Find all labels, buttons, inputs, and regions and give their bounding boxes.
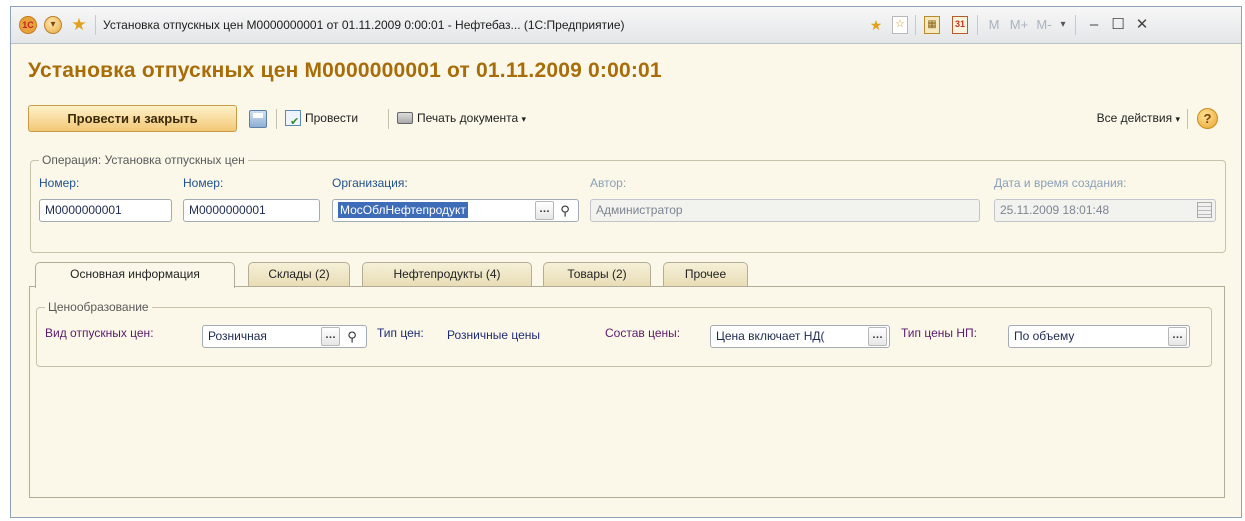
operation-group: Операция: Установка отпускных цен Номер:… bbox=[30, 153, 1226, 253]
price-kind-value: Розничная bbox=[208, 329, 267, 343]
price-composition-label: Состав цены: bbox=[605, 326, 681, 340]
price-type-label: Тип цен: bbox=[377, 326, 424, 340]
memory-plus-button[interactable]: M+ bbox=[1009, 16, 1029, 34]
all-actions-button[interactable]: Все действия ▾ bbox=[1097, 105, 1180, 132]
np-price-type-field[interactable]: По объему … bbox=[1008, 325, 1190, 348]
operation-group-legend: Операция: Установка отпускных цен bbox=[39, 153, 248, 167]
circle-menu-icon[interactable]: ▾ bbox=[44, 16, 62, 34]
window-title: Установка отпускных цен M0000000001 от 0… bbox=[103, 18, 625, 32]
created-date-field: 25.11.2009 18:01:48 bbox=[994, 199, 1216, 222]
number-label-2: Номер: bbox=[183, 176, 224, 190]
number-field-2[interactable]: M0000000001 bbox=[183, 199, 320, 222]
1c-logo-icon[interactable]: 1С bbox=[19, 16, 37, 34]
toolbar-separator bbox=[388, 109, 389, 129]
author-label: Автор: bbox=[590, 176, 627, 190]
all-actions-label: Все действия bbox=[1096, 111, 1173, 125]
search-icon[interactable]: ⚲ bbox=[557, 202, 573, 220]
toolbar-separator bbox=[1187, 109, 1188, 129]
created-date-label: Дата и время создания: bbox=[994, 176, 1127, 190]
tab-other[interactable]: Прочее bbox=[663, 262, 748, 286]
save-icon[interactable] bbox=[249, 110, 267, 128]
select-button[interactable]: … bbox=[535, 201, 554, 220]
toolbar-separator bbox=[276, 109, 277, 129]
np-price-type-value: По объему bbox=[1014, 329, 1075, 343]
title-separator bbox=[915, 15, 916, 35]
document-window: 1С ▾ ★ Установка отпускных цен M00000000… bbox=[10, 6, 1242, 518]
chevron-down-icon[interactable]: ▾ bbox=[1057, 16, 1069, 34]
memory-minus-button[interactable]: M- bbox=[1035, 16, 1053, 34]
post-button[interactable]: Провести bbox=[285, 105, 359, 136]
price-type-value: Розничные цены bbox=[447, 328, 541, 342]
title-bar: 1С ▾ ★ Установка отпускных цен M00000000… bbox=[11, 7, 1241, 44]
price-kind-field[interactable]: Розничная … ⚲ bbox=[202, 325, 367, 348]
organization-field[interactable]: МосОблНефтепродукт … ⚲ bbox=[332, 199, 579, 222]
post-and-close-button[interactable]: Провести и закрыть bbox=[28, 105, 237, 132]
select-button[interactable]: … bbox=[1168, 327, 1187, 346]
calendar-icon[interactable]: 31 bbox=[952, 16, 968, 34]
command-bar: Провести и закрыть Провести Печать докум… bbox=[28, 105, 1224, 136]
post-document-icon bbox=[285, 109, 301, 136]
price-composition-value: Цена включает НД( bbox=[716, 329, 825, 343]
post-button-label: Провести bbox=[305, 111, 359, 125]
maximize-icon[interactable]: ☐ bbox=[1109, 16, 1127, 34]
created-date-value: 25.11.2009 18:01:48 bbox=[1000, 203, 1110, 217]
title-separator bbox=[1075, 15, 1076, 35]
print-button[interactable]: Печать документа ▾ bbox=[397, 105, 526, 132]
minimize-icon[interactable]: – bbox=[1085, 16, 1103, 34]
select-button[interactable]: … bbox=[321, 327, 340, 346]
tab-panel-main-info: Ценообразование Вид отпускных цен: Розни… bbox=[29, 286, 1225, 498]
close-icon[interactable]: ✕ bbox=[1133, 16, 1151, 34]
price-kind-label: Вид отпускных цен: bbox=[45, 326, 154, 340]
pricing-group: Ценообразование Вид отпускных цен: Розни… bbox=[36, 300, 1212, 367]
number-field[interactable]: M0000000001 bbox=[39, 199, 172, 222]
author-field: Администратор bbox=[590, 199, 980, 222]
tab-goods[interactable]: Товары (2) bbox=[543, 262, 651, 286]
price-composition-field[interactable]: Цена включает НД( … bbox=[710, 325, 890, 348]
add-favorite-icon[interactable]: ★ bbox=[867, 16, 885, 34]
title-separator bbox=[977, 15, 978, 35]
page-title: Установка отпускных цен M0000000001 от 0… bbox=[28, 59, 662, 82]
calculator-icon[interactable]: ▦ bbox=[924, 16, 940, 34]
pricing-group-legend: Ценообразование bbox=[45, 300, 152, 314]
favorite-star-icon[interactable]: ★ bbox=[70, 16, 88, 34]
bookmark-icon[interactable]: ☆ bbox=[892, 16, 908, 34]
np-price-type-label: Тип цены НП: bbox=[901, 326, 977, 340]
memory-m-button[interactable]: M bbox=[987, 16, 1001, 34]
search-icon[interactable]: ⚲ bbox=[344, 328, 360, 346]
tab-oil-products[interactable]: Нефтепродукты (4) bbox=[362, 262, 532, 286]
chevron-down-icon: ▾ bbox=[1175, 114, 1180, 124]
help-icon[interactable]: ? bbox=[1197, 108, 1218, 129]
tab-warehouses[interactable]: Склады (2) bbox=[248, 262, 350, 286]
number-label: Номер: bbox=[39, 176, 80, 190]
tab-main-info[interactable]: Основная информация bbox=[35, 262, 235, 288]
calendar-icon bbox=[1197, 202, 1212, 218]
organization-label: Организация: bbox=[332, 176, 408, 190]
print-button-label: Печать документа bbox=[417, 111, 519, 125]
printer-icon bbox=[397, 111, 413, 124]
title-separator bbox=[95, 15, 96, 35]
select-button[interactable]: … bbox=[868, 327, 887, 346]
organization-value: МосОблНефтепродукт bbox=[338, 202, 468, 218]
chevron-down-icon: ▾ bbox=[521, 114, 527, 124]
